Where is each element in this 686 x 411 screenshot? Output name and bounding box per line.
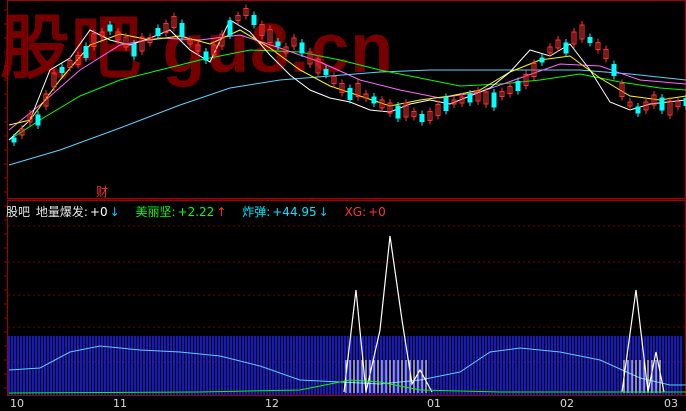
ma20-line: [8, 34, 686, 131]
indicator-name: 股吧: [6, 205, 31, 219]
candle-body: [11, 137, 17, 143]
candle-body: [611, 64, 617, 76]
candle-body: [251, 15, 257, 25]
candle-body: [515, 81, 521, 91]
x-axis-label: 11: [113, 397, 127, 410]
candle-body: [299, 42, 305, 54]
stock-chart-window: { "watermark": "股吧 gu8.cn", "event_marke…: [0, 0, 686, 411]
ma10-line: [8, 29, 686, 126]
legend-item-meilijian: 美丽坚: +2.22 ↑: [135, 205, 227, 219]
candle-body: [131, 43, 137, 57]
candle-body: [227, 20, 233, 36]
candle-body: [467, 93, 473, 103]
event-marker[interactable]: 财: [96, 183, 108, 200]
x-axis-label: 03: [664, 397, 678, 410]
candle-body: [275, 41, 281, 47]
candle-body: [587, 37, 593, 43]
candle-body: [659, 97, 665, 111]
candle-body: [203, 51, 209, 61]
x-axis-label: 12: [265, 397, 279, 410]
candle-body: [83, 46, 89, 58]
candle-body: [395, 105, 401, 119]
x-axis-label: 02: [560, 397, 574, 410]
candle-body: [539, 57, 545, 63]
indicator-legend: 股吧 地量爆发: +0 ↓ 美丽坚: +2.22 ↑ 炸弹: +44.95 ↓ XG: +0: [6, 203, 390, 220]
candle-body: [443, 97, 449, 111]
legend-item-dilianbaofa: 地量爆发: +0 ↓: [35, 205, 120, 219]
candle-body: [59, 67, 65, 73]
candle-body: [35, 114, 41, 126]
candle-body: [635, 106, 641, 114]
candle-body: [323, 69, 329, 75]
candle-body: [179, 23, 185, 37]
candle-body: [491, 92, 497, 108]
candle-body: [371, 96, 377, 104]
candle-body: [155, 28, 161, 36]
candle-body: [347, 88, 353, 100]
legend-item-xg: XG: +0: [344, 205, 386, 219]
candle-body: [419, 114, 425, 122]
legend-item-zhadan: 炸弹: +44.95 ↓: [242, 205, 329, 219]
candle-body: [563, 42, 569, 54]
x-axis-label: 10: [10, 397, 24, 410]
candle-body: [107, 24, 113, 32]
x-axis-label: 01: [427, 397, 441, 410]
